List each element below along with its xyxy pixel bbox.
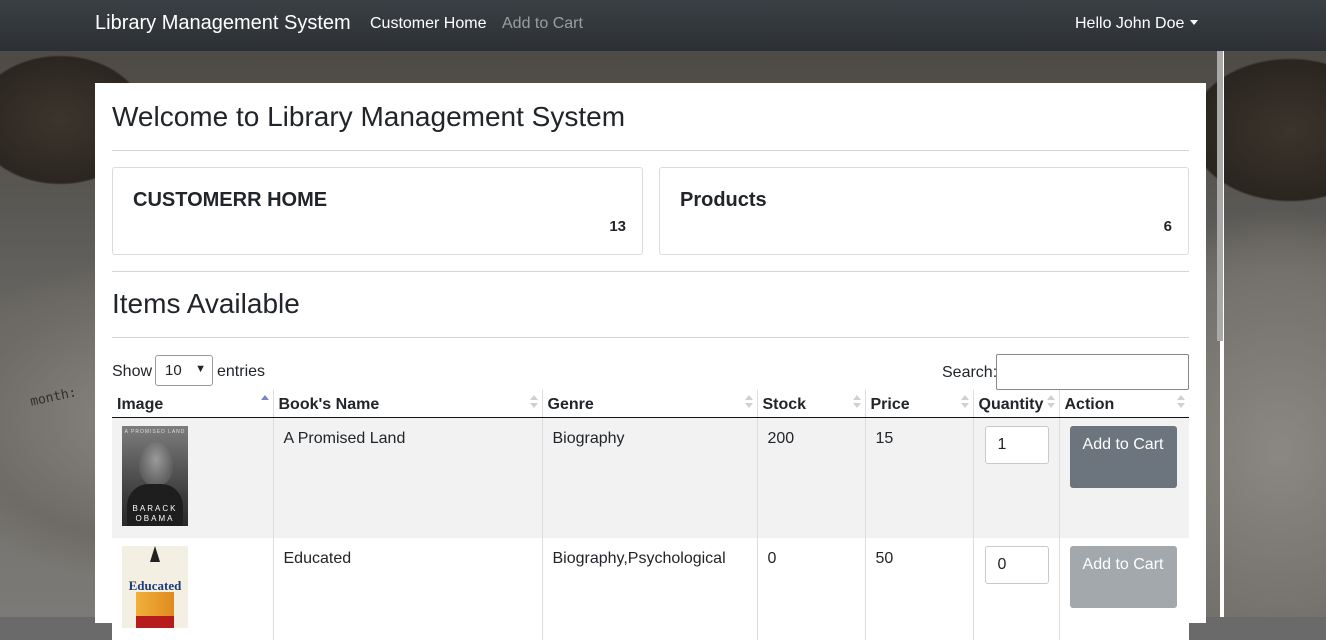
products-card: Products 6 bbox=[659, 167, 1189, 255]
stock-cell: 200 bbox=[756, 417, 865, 538]
cover-portrait bbox=[139, 442, 173, 486]
books-table: Image Book's Name Genre Stock Price Quan… bbox=[112, 390, 1189, 640]
column-header-stock[interactable]: Stock bbox=[756, 390, 865, 418]
column-header-genre[interactable]: Genre bbox=[541, 390, 757, 418]
genre-cell: Biography bbox=[541, 417, 757, 538]
column-label: Quantity bbox=[978, 396, 1044, 413]
column-label: Book's Name bbox=[278, 396, 380, 413]
book-name-cell: A Promised Land bbox=[272, 417, 542, 538]
top-navbar: Library Management System Customer Home … bbox=[0, 0, 1326, 51]
user-greeting: Hello John Doe bbox=[1075, 15, 1185, 32]
column-label: Price bbox=[870, 396, 910, 413]
image-cell: A PROMISED LAND BARACK OBAMA bbox=[112, 417, 273, 538]
book-cover-image: A PROMISED LAND BARACK OBAMA bbox=[122, 426, 188, 526]
book-name-cell: Educated bbox=[272, 538, 542, 640]
scrollbar-thumb[interactable] bbox=[1217, 51, 1223, 341]
price-cell: 15 bbox=[864, 417, 973, 538]
image-cell: Educated bbox=[112, 538, 273, 640]
sort-icon bbox=[960, 395, 969, 409]
entries-label: entries bbox=[217, 363, 266, 380]
column-header-action[interactable]: Action bbox=[1058, 390, 1189, 418]
cover-title: Educated bbox=[128, 578, 182, 593]
stock-cell: 0 bbox=[756, 538, 865, 640]
column-label: Image bbox=[117, 396, 164, 413]
column-header-name[interactable]: Book's Name bbox=[272, 390, 542, 418]
action-cell: Add to Cart bbox=[1058, 417, 1189, 538]
brand-link[interactable]: Library Management System bbox=[95, 12, 351, 35]
section-title: Items Available bbox=[112, 288, 300, 319]
cover-author: BARACK OBAMA bbox=[132, 504, 178, 523]
divider bbox=[112, 150, 1189, 151]
add-to-cart-button[interactable]: Add to Cart bbox=[1069, 426, 1177, 488]
show-label: Show bbox=[112, 363, 153, 380]
sort-icon bbox=[744, 395, 753, 409]
user-dropdown[interactable]: Hello John Doe bbox=[1075, 15, 1199, 33]
genre-cell: Biography,Psychological bbox=[541, 538, 757, 640]
table-row: Educated Educated Biography,Psychologica… bbox=[112, 538, 1189, 640]
quantity-input[interactable]: 0 bbox=[984, 546, 1049, 584]
quantity-cell: 1 bbox=[972, 417, 1059, 538]
sort-icon bbox=[1177, 395, 1185, 409]
table-header-row: Image Book's Name Genre Stock Price Quan… bbox=[112, 390, 1189, 418]
customer-home-card: CUSTOMERR HOME 13 bbox=[112, 167, 643, 255]
column-header-price[interactable]: Price bbox=[864, 390, 973, 418]
entries-select-value: 10 bbox=[165, 362, 182, 379]
card-title: Products bbox=[680, 189, 767, 211]
card-count: 6 bbox=[1163, 218, 1172, 235]
search-input[interactable] bbox=[996, 354, 1189, 390]
caret-down-icon bbox=[1190, 20, 1199, 25]
nav-customer-home[interactable]: Customer Home bbox=[370, 15, 486, 33]
column-header-image[interactable]: Image bbox=[112, 390, 273, 418]
column-label: Action bbox=[1064, 396, 1115, 413]
divider bbox=[112, 337, 1189, 338]
search-label: Search: bbox=[942, 364, 998, 381]
cover-title: A PROMISED LAND bbox=[124, 429, 186, 435]
sort-icon bbox=[1046, 395, 1055, 409]
column-label: Stock bbox=[762, 396, 807, 413]
cover-pencil-base bbox=[136, 616, 174, 628]
price-cell: 50 bbox=[864, 538, 973, 640]
sort-icon bbox=[852, 395, 861, 409]
nav-add-to-cart[interactable]: Add to Cart bbox=[502, 15, 583, 33]
page-title: Welcome to Library Management System bbox=[112, 101, 626, 132]
table-row: A PROMISED LAND BARACK OBAMA A Promised … bbox=[112, 417, 1189, 538]
divider bbox=[112, 271, 1189, 272]
sort-asc-icon bbox=[260, 395, 269, 409]
card-count: 13 bbox=[609, 218, 626, 235]
chevron-down-icon: ▼ bbox=[195, 363, 206, 375]
entries-select[interactable]: 10 ▼ bbox=[155, 355, 213, 386]
cover-pencil bbox=[150, 546, 160, 562]
sort-icon bbox=[529, 395, 538, 409]
quantity-input[interactable]: 1 bbox=[984, 426, 1049, 464]
main-panel: Welcome to Library Management System CUS… bbox=[95, 83, 1206, 640]
add-to-cart-button[interactable]: Add to Cart bbox=[1069, 546, 1177, 608]
book-cover-image: Educated bbox=[122, 546, 188, 628]
quantity-cell: 0 bbox=[972, 538, 1059, 640]
column-header-quantity[interactable]: Quantity bbox=[972, 390, 1059, 418]
column-label: Genre bbox=[547, 396, 594, 413]
card-title: CUSTOMERR HOME bbox=[133, 189, 328, 211]
action-cell: Add to Cart bbox=[1058, 538, 1189, 640]
